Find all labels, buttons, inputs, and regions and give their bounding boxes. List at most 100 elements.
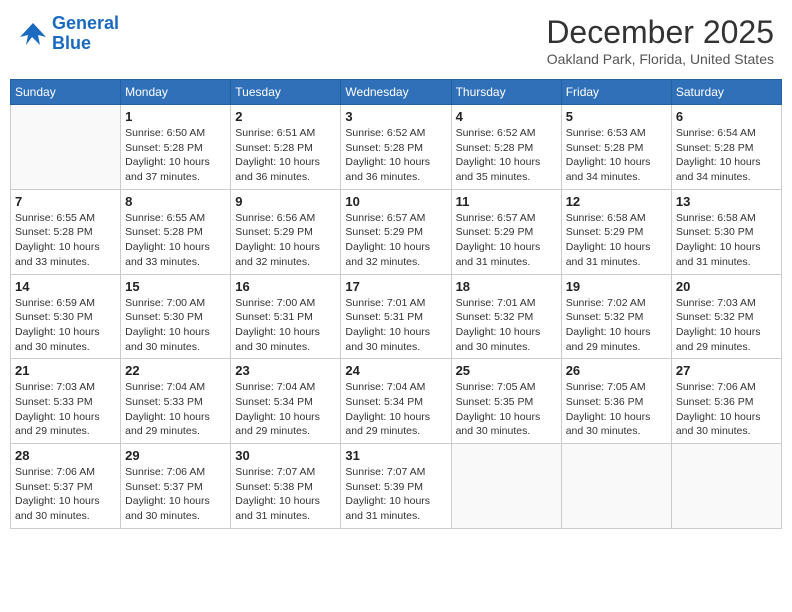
day-number: 2 bbox=[235, 109, 336, 124]
day-info: Sunrise: 6:53 AMSunset: 5:28 PMDaylight:… bbox=[566, 126, 667, 185]
calendar-cell: 11 Sunrise: 6:57 AMSunset: 5:29 PMDayligh… bbox=[451, 189, 561, 274]
title-block: December 2025 Oakland Park, Florida, Uni… bbox=[546, 14, 774, 67]
day-number: 13 bbox=[676, 194, 777, 209]
calendar-cell: 1Sunrise: 6:50 AMSunset: 5:28 PMDaylight… bbox=[121, 105, 231, 190]
calendar-week-4: 21 Sunrise: 7:03 AMSunset: 5:33 PMDayligh… bbox=[11, 359, 782, 444]
weekday-header-friday: Friday bbox=[561, 80, 671, 105]
day-info: Sunrise: 6:55 AMSunset: 5:28 PMDaylight:… bbox=[125, 211, 226, 270]
weekday-header-thursday: Thursday bbox=[451, 80, 561, 105]
calendar-table: SundayMondayTuesdayWednesdayThursdayFrid… bbox=[10, 79, 782, 529]
calendar-week-1: 1Sunrise: 6:50 AMSunset: 5:28 PMDaylight… bbox=[11, 105, 782, 190]
day-info: Sunrise: 7:03 AMSunset: 5:33 PMDaylight:… bbox=[15, 380, 116, 439]
day-number: 1 bbox=[125, 109, 226, 124]
day-number: 5 bbox=[566, 109, 667, 124]
day-number: 29 bbox=[125, 448, 226, 463]
day-info: Sunrise: 7:03 AMSunset: 5:32 PMDaylight:… bbox=[676, 296, 777, 355]
day-info: Sunrise: 6:52 AMSunset: 5:28 PMDaylight:… bbox=[456, 126, 557, 185]
day-number: 21 bbox=[15, 363, 116, 378]
day-info: Sunrise: 6:58 AMSunset: 5:30 PMDaylight:… bbox=[676, 211, 777, 270]
day-number: 6 bbox=[676, 109, 777, 124]
calendar-cell: 17Sunrise: 7:01 AMSunset: 5:31 PMDayligh… bbox=[341, 274, 451, 359]
calendar-cell: 2 Sunrise: 6:51 AMSunset: 5:28 PMDaylight… bbox=[231, 105, 341, 190]
calendar-cell: 20 Sunrise: 7:03 AMSunset: 5:32 PMDayligh… bbox=[671, 274, 781, 359]
calendar-week-2: 7 Sunrise: 6:55 AMSunset: 5:28 PMDaylight… bbox=[11, 189, 782, 274]
day-info: Sunrise: 6:59 AMSunset: 5:30 PMDaylight:… bbox=[15, 296, 116, 355]
calendar-cell: 31Sunrise: 7:07 AMSunset: 5:39 PMDayligh… bbox=[341, 444, 451, 529]
day-info: Sunrise: 7:06 AMSunset: 5:36 PMDaylight:… bbox=[676, 380, 777, 439]
weekday-header-tuesday: Tuesday bbox=[231, 80, 341, 105]
weekday-header-monday: Monday bbox=[121, 80, 231, 105]
day-number: 28 bbox=[15, 448, 116, 463]
day-number: 12 bbox=[566, 194, 667, 209]
day-number: 22 bbox=[125, 363, 226, 378]
calendar-cell: 5 Sunrise: 6:53 AMSunset: 5:28 PMDaylight… bbox=[561, 105, 671, 190]
calendar-cell: 15 Sunrise: 7:00 AMSunset: 5:30 PMDayligh… bbox=[121, 274, 231, 359]
calendar-cell: 8 Sunrise: 6:55 AMSunset: 5:28 PMDaylight… bbox=[121, 189, 231, 274]
calendar-cell bbox=[11, 105, 121, 190]
calendar-cell: 19 Sunrise: 7:02 AMSunset: 5:32 PMDayligh… bbox=[561, 274, 671, 359]
calendar-cell bbox=[671, 444, 781, 529]
day-number: 25 bbox=[456, 363, 557, 378]
logo-text: General Blue bbox=[52, 14, 119, 54]
calendar-cell: 12Sunrise: 6:58 AMSunset: 5:29 PMDayligh… bbox=[561, 189, 671, 274]
day-number: 17 bbox=[345, 279, 446, 294]
day-number: 16 bbox=[235, 279, 336, 294]
calendar-cell: 7Sunrise: 6:55 AMSunset: 5:28 PMDaylight… bbox=[11, 189, 121, 274]
calendar-cell bbox=[561, 444, 671, 529]
month-title: December 2025 bbox=[546, 14, 774, 51]
location-title: Oakland Park, Florida, United States bbox=[546, 51, 774, 67]
day-number: 14 bbox=[15, 279, 116, 294]
day-number: 4 bbox=[456, 109, 557, 124]
calendar-cell: 23 Sunrise: 7:04 AMSunset: 5:34 PMDayligh… bbox=[231, 359, 341, 444]
day-info: Sunrise: 7:05 AMSunset: 5:35 PMDaylight:… bbox=[456, 380, 557, 439]
weekday-header-wednesday: Wednesday bbox=[341, 80, 451, 105]
day-number: 30 bbox=[235, 448, 336, 463]
day-number: 24 bbox=[345, 363, 446, 378]
day-number: 9 bbox=[235, 194, 336, 209]
day-number: 7 bbox=[15, 194, 116, 209]
day-number: 31 bbox=[345, 448, 446, 463]
calendar-cell: 3Sunrise: 6:52 AMSunset: 5:28 PMDaylight… bbox=[341, 105, 451, 190]
calendar-week-3: 14 Sunrise: 6:59 AMSunset: 5:30 PMDayligh… bbox=[11, 274, 782, 359]
day-info: Sunrise: 7:06 AMSunset: 5:37 PMDaylight:… bbox=[125, 465, 226, 524]
calendar-cell: 24 Sunrise: 7:04 AMSunset: 5:34 PMDayligh… bbox=[341, 359, 451, 444]
calendar-cell: 21 Sunrise: 7:03 AMSunset: 5:33 PMDayligh… bbox=[11, 359, 121, 444]
calendar-header-row: SundayMondayTuesdayWednesdayThursdayFrid… bbox=[11, 80, 782, 105]
calendar-cell: 29 Sunrise: 7:06 AMSunset: 5:37 PMDayligh… bbox=[121, 444, 231, 529]
day-info: Sunrise: 7:06 AMSunset: 5:37 PMDaylight:… bbox=[15, 465, 116, 524]
day-info: Sunrise: 7:02 AMSunset: 5:32 PMDaylight:… bbox=[566, 296, 667, 355]
day-number: 11 bbox=[456, 194, 557, 209]
day-info: Sunrise: 6:57 AMSunset: 5:29 PMDaylight:… bbox=[345, 211, 446, 270]
day-info: Sunrise: 7:01 AMSunset: 5:32 PMDaylight:… bbox=[456, 296, 557, 355]
calendar-cell: 9 Sunrise: 6:56 AMSunset: 5:29 PMDaylight… bbox=[231, 189, 341, 274]
day-info: Sunrise: 7:04 AMSunset: 5:34 PMDaylight:… bbox=[345, 380, 446, 439]
weekday-header-saturday: Saturday bbox=[671, 80, 781, 105]
day-info: Sunrise: 7:00 AMSunset: 5:31 PMDaylight:… bbox=[235, 296, 336, 355]
day-info: Sunrise: 7:07 AMSunset: 5:38 PMDaylight:… bbox=[235, 465, 336, 524]
calendar-cell: 22 Sunrise: 7:04 AMSunset: 5:33 PMDayligh… bbox=[121, 359, 231, 444]
day-info: Sunrise: 7:00 AMSunset: 5:30 PMDaylight:… bbox=[125, 296, 226, 355]
page-header: General Blue December 2025 Oakland Park,… bbox=[10, 10, 782, 71]
calendar-cell: 28 Sunrise: 7:06 AMSunset: 5:37 PMDayligh… bbox=[11, 444, 121, 529]
day-info: Sunrise: 7:05 AMSunset: 5:36 PMDaylight:… bbox=[566, 380, 667, 439]
day-number: 26 bbox=[566, 363, 667, 378]
day-info: Sunrise: 7:04 AMSunset: 5:33 PMDaylight:… bbox=[125, 380, 226, 439]
day-number: 23 bbox=[235, 363, 336, 378]
day-info: Sunrise: 6:52 AMSunset: 5:28 PMDaylight:… bbox=[345, 126, 446, 185]
calendar-cell: 16 Sunrise: 7:00 AMSunset: 5:31 PMDayligh… bbox=[231, 274, 341, 359]
day-number: 18 bbox=[456, 279, 557, 294]
day-number: 19 bbox=[566, 279, 667, 294]
day-info: Sunrise: 6:56 AMSunset: 5:29 PMDaylight:… bbox=[235, 211, 336, 270]
day-number: 8 bbox=[125, 194, 226, 209]
day-info: Sunrise: 7:04 AMSunset: 5:34 PMDaylight:… bbox=[235, 380, 336, 439]
day-number: 15 bbox=[125, 279, 226, 294]
calendar-cell: 4 Sunrise: 6:52 AMSunset: 5:28 PMDaylight… bbox=[451, 105, 561, 190]
calendar-week-5: 28 Sunrise: 7:06 AMSunset: 5:37 PMDayligh… bbox=[11, 444, 782, 529]
calendar-cell: 18 Sunrise: 7:01 AMSunset: 5:32 PMDayligh… bbox=[451, 274, 561, 359]
calendar-cell: 27Sunrise: 7:06 AMSunset: 5:36 PMDayligh… bbox=[671, 359, 781, 444]
day-info: Sunrise: 6:57 AMSunset: 5:29 PMDaylight:… bbox=[456, 211, 557, 270]
weekday-header-sunday: Sunday bbox=[11, 80, 121, 105]
day-info: Sunrise: 6:51 AMSunset: 5:28 PMDaylight:… bbox=[235, 126, 336, 185]
day-number: 10 bbox=[345, 194, 446, 209]
day-number: 20 bbox=[676, 279, 777, 294]
